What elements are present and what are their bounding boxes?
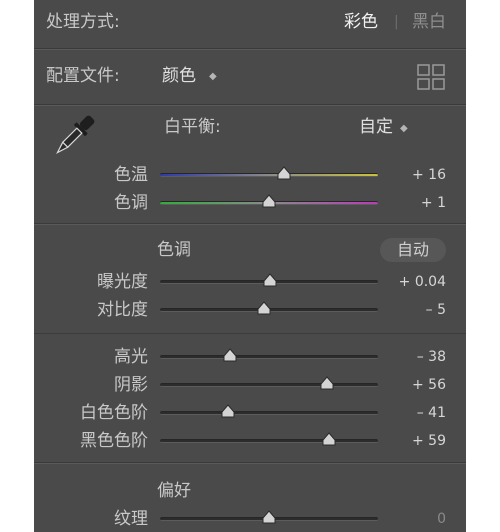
profile-dropdown[interactable]: 颜色 [162,66,196,86]
white-balance-dropdown[interactable]: 自定 [359,117,393,137]
slider-thumb[interactable] [262,510,276,524]
slider-thumb[interactable] [322,432,336,446]
tone-section-title: 色调 [157,240,191,260]
slider-track[interactable] [160,301,378,315]
slider-track[interactable] [160,510,378,524]
slider-track[interactable] [160,348,378,362]
white-balance-label: 白平衡: [164,117,221,137]
basic-panel: 处理方式: 彩色 | 黑白 配置文件: 颜色 ◆ 白平衡: 自定 ◆ 色温 + … [34,0,466,532]
slider-value[interactable]: – 41 [376,403,446,423]
grid-icon[interactable] [417,64,445,90]
slider-value[interactable]: + 56 [376,375,446,395]
slider-thumb[interactable] [223,348,237,362]
presence-section-title: 偏好 [157,481,191,501]
slider-thumb[interactable] [263,273,277,287]
treatment-row: 处理方式: 彩色 | 黑白 [34,0,466,48]
treatment-bw-option[interactable]: 黑白 [412,12,446,32]
slider-track[interactable] [160,432,378,446]
divider [34,105,466,106]
slider-label: 阴影 [114,375,148,395]
slider-label: 对比度 [97,300,148,320]
profile-label: 配置文件: [46,66,120,86]
slider-label: 白色色阶 [80,403,148,423]
divider [34,463,466,464]
treatment-divider: | [394,14,399,30]
slider-label: 曝光度 [97,272,148,292]
slider-value[interactable]: – 5 [376,300,446,320]
slider-label: 色温 [114,165,148,185]
slider-thumb[interactable] [221,404,235,418]
profile-dropdown-arrow[interactable]: ◆ [209,67,217,87]
white-balance-dropdown-arrow[interactable]: ◆ [400,119,408,139]
slider-value[interactable]: + 0.04 [376,272,446,292]
slider-track[interactable] [160,166,378,180]
slider-thumb[interactable] [277,166,291,180]
slider-track[interactable] [160,404,378,418]
profile-row: 配置文件: 颜色 ◆ [34,50,466,104]
treatment-label: 处理方式: [46,12,120,32]
eyedropper-icon[interactable] [48,112,98,162]
slider-thumb[interactable] [257,301,271,315]
slider-thumb[interactable] [262,194,276,208]
slider-track[interactable] [160,376,378,390]
slider-label: 纹理 [114,509,148,529]
slider-value[interactable]: 0 [376,509,446,529]
slider-value[interactable]: + 59 [376,431,446,451]
slider-value[interactable]: + 1 [376,193,446,213]
divider [34,333,466,334]
slider-thumb[interactable] [320,376,334,390]
slider-label: 色调 [114,193,148,213]
slider-value[interactable]: – 38 [376,347,446,367]
auto-button[interactable]: 自动 [380,238,446,262]
divider [34,224,466,225]
slider-track[interactable] [160,273,378,287]
treatment-color-option[interactable]: 彩色 [344,12,378,32]
slider-label: 高光 [114,347,148,367]
slider-value[interactable]: + 16 [376,165,446,185]
slider-label: 黑色色阶 [80,431,148,451]
slider-track[interactable] [160,194,378,208]
